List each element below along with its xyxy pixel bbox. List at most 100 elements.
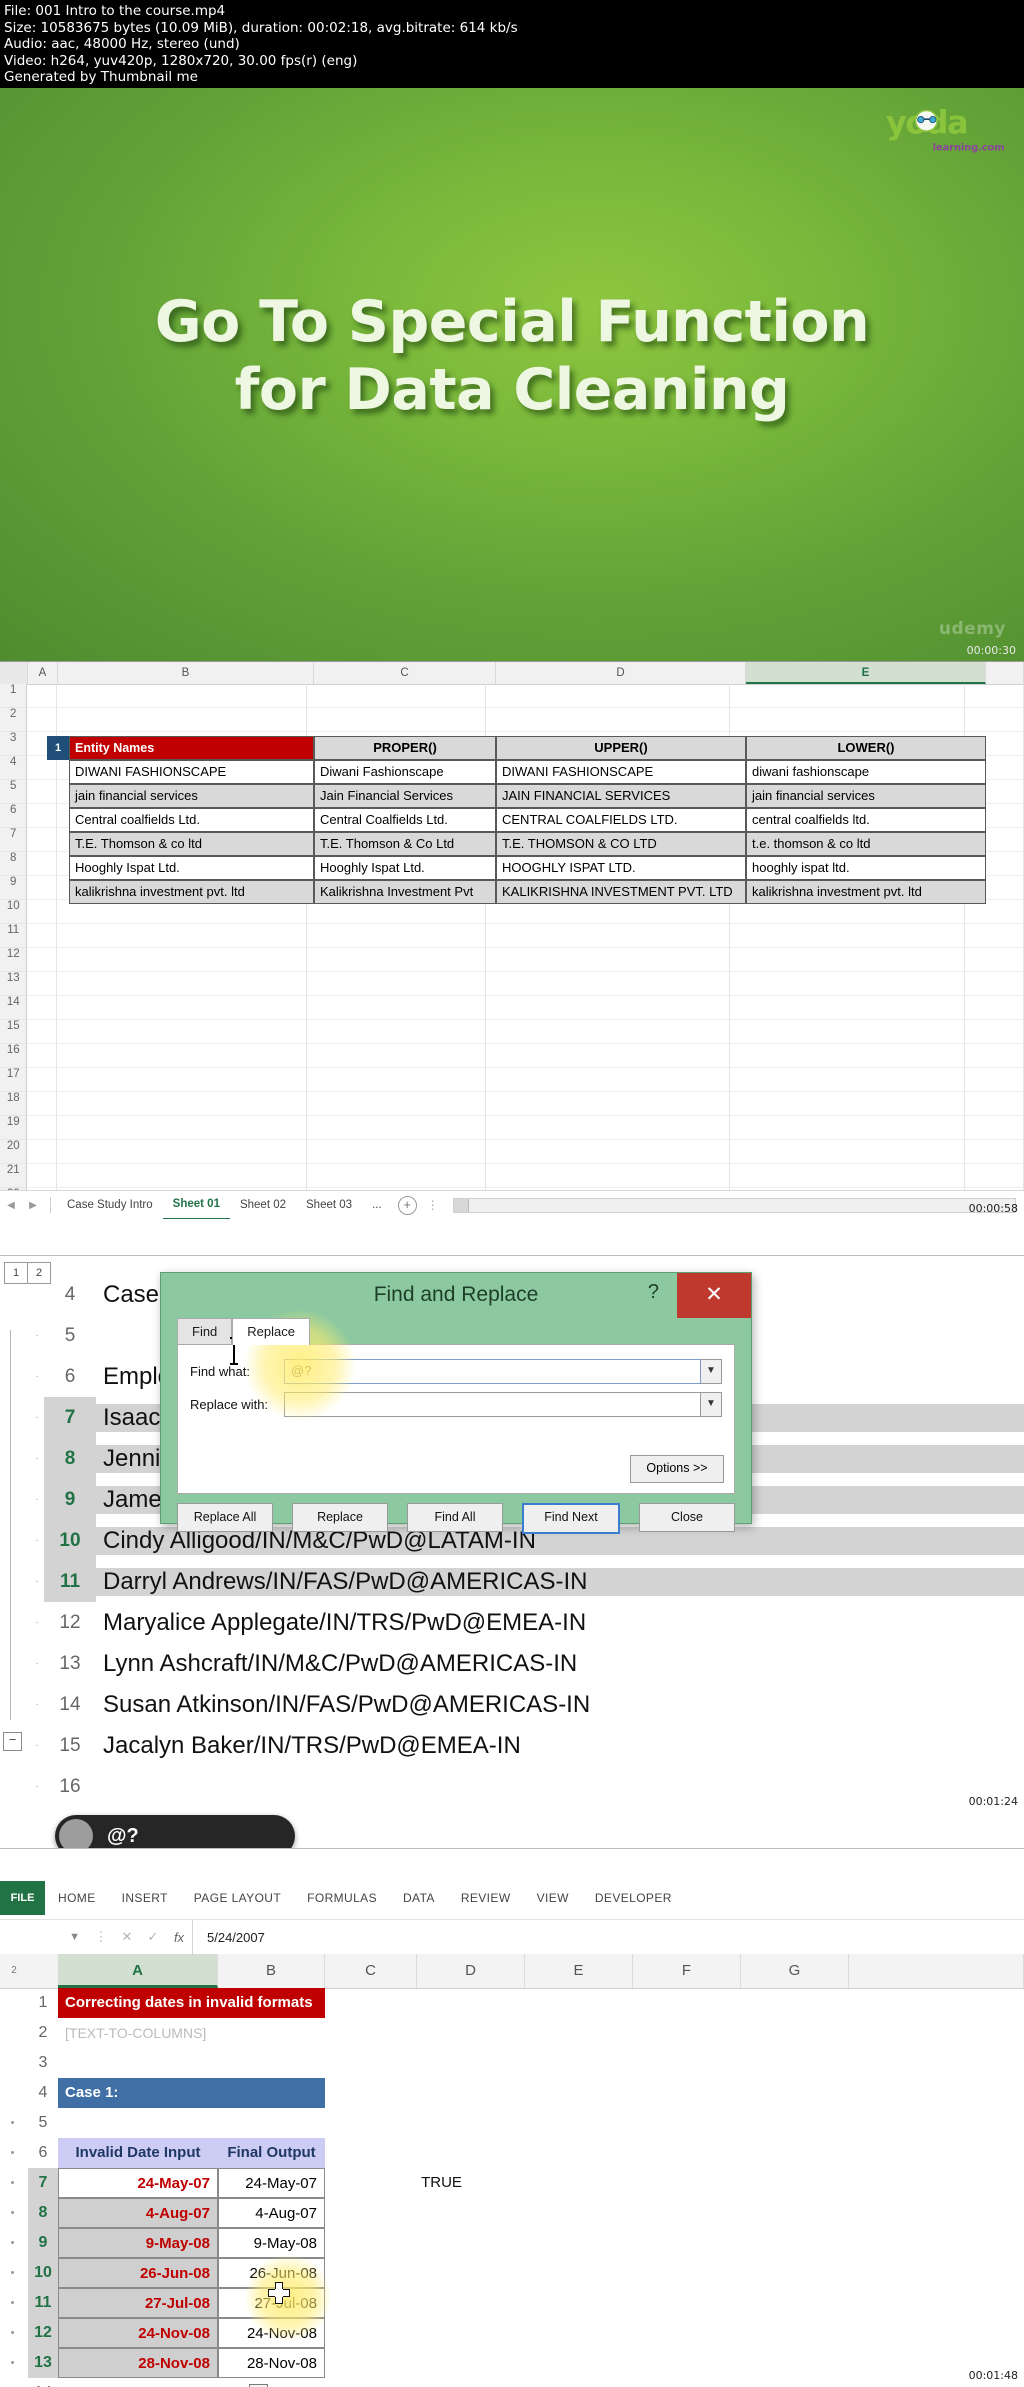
worksheet-row[interactable]: 2 [0,708,1024,732]
table-cell[interactable]: hooghly ispat ltd. [746,856,986,880]
worksheet-cell[interactable] [56,1020,308,1044]
worksheet-cell[interactable] [965,972,1024,996]
find-what-dropdown-icon[interactable]: ▼ [701,1359,722,1384]
worksheet-cell[interactable] [730,1020,966,1044]
table-row[interactable]: 8 4-Aug-07 4-Aug-07 [0,2198,1024,2228]
table-cell[interactable]: DIWANI FASHIONSCAPE [496,760,746,784]
cancel-edit-icon[interactable]: ✕ [114,1929,140,1945]
cell-column-b[interactable] [325,2018,432,2048]
formula-bar-value[interactable]: 5/24/2007 [192,1920,1024,1954]
row-header[interactable]: 17 [0,1068,28,1092]
table-row[interactable]: 10 26-Jun-08 26-Jun-08 [0,2258,1024,2288]
employee-id-cell[interactable]: Jacalyn Baker/IN/TRS/PwD@EMEA-IN [96,1732,1024,1760]
cell-column-b[interactable]: 24-May-07 [218,2168,325,2198]
row-header[interactable]: 10 [44,1520,96,1561]
worksheet-cell[interactable] [730,1164,966,1188]
worksheet-cell[interactable] [56,1092,308,1116]
worksheet-cell[interactable] [965,1020,1024,1044]
row-header[interactable]: 16 [44,1776,96,1798]
column-header-a[interactable]: A [28,662,58,684]
worksheet-cell[interactable] [965,684,1024,708]
row-header[interactable]: 4 [0,756,28,780]
worksheet-cell[interactable] [730,684,966,708]
row-header[interactable]: 9 [44,1479,96,1520]
column-header-a[interactable]: A [58,1954,218,1988]
employee-id-cell[interactable]: Susan Atkinson/IN/FAS/PwD@AMERICAS-IN [96,1691,1024,1719]
worksheet-cell[interactable] [307,1116,486,1140]
row-header[interactable]: 10 [28,2258,58,2288]
outline-level-1-button[interactable]: 1 [4,1262,28,1284]
cell-column-a[interactable] [58,2378,218,2387]
worksheet-cell[interactable] [56,1164,308,1188]
cell-column-b[interactable]: 4-Aug-07 [218,2198,325,2228]
cell-column-c[interactable] [325,2138,417,2168]
worksheet-cell[interactable] [307,1164,486,1188]
worksheet-cell[interactable] [27,708,57,732]
worksheet-cell[interactable] [56,996,308,1020]
accept-edit-icon[interactable]: ✓ [140,1929,166,1945]
row-header[interactable]: 14 [44,1694,96,1716]
row-header[interactable]: 13 [28,2348,58,2378]
worksheet-cell[interactable] [27,1140,57,1164]
table-cell[interactable]: Central coalfields Ltd. [69,808,314,832]
cell-column-b[interactable] [218,2048,325,2078]
worksheet-cell[interactable] [307,1092,486,1116]
worksheet-cell[interactable] [485,684,731,708]
worksheet-cell[interactable] [307,684,486,708]
worksheet-cell[interactable] [307,924,486,948]
worksheet-cell[interactable] [965,1140,1024,1164]
worksheet-cell[interactable] [27,1164,57,1188]
row-header[interactable]: 5 [0,780,28,804]
insert-function-icon[interactable]: fx [166,1930,192,1945]
ribbon-tab-data[interactable]: DATA [390,1891,448,1905]
worksheet-cell[interactable] [307,1044,486,1068]
table-row[interactable]: jain financial services Jain Financial Se… [47,784,1010,808]
options-button[interactable]: Options >> [630,1455,724,1483]
worksheet-cell[interactable] [965,1164,1024,1188]
row-header[interactable]: 13 [0,972,28,996]
row-header[interactable]: 8 [44,1438,96,1479]
ribbon-tab-home[interactable]: HOME [45,1891,109,1905]
worksheet-cell[interactable] [965,708,1024,732]
row-header[interactable]: 7 [0,828,28,852]
worksheet-row[interactable]: 19 [0,1116,1024,1140]
close-icon[interactable]: ✕ [677,1273,751,1318]
column-header-c[interactable]: C [314,662,496,684]
worksheet-cell[interactable] [27,996,57,1020]
row-header[interactable]: 3 [28,2048,58,2078]
table-header-cell[interactable]: PROPER() [314,736,496,760]
replace-with-input[interactable] [284,1392,701,1417]
ribbon-tab-review[interactable]: REVIEW [448,1891,524,1905]
row-header[interactable]: 7 [44,1397,96,1438]
worksheet-cell[interactable] [27,1044,57,1068]
sheet-tabs-overflow[interactable]: ... [362,1192,392,1219]
worksheet-row[interactable]: 21 [0,1164,1024,1188]
table-cell[interactable]: Hooghly Ispat Ltd. [69,856,314,880]
worksheet-cell[interactable] [730,972,966,996]
table-row[interactable]: 5 [0,2108,1024,2138]
row-header[interactable]: 1 [28,1988,58,2018]
worksheet-cell[interactable] [27,684,57,708]
worksheet-row[interactable]: 12 [0,948,1024,972]
cell-column-a[interactable]: 24-Nov-08 [58,2318,218,2348]
worksheet-cell[interactable] [56,1116,308,1140]
table-cell[interactable]: jain financial services [746,784,986,808]
worksheet-row[interactable]: 17 [0,1068,1024,1092]
row-header[interactable]: 9 [28,2228,58,2258]
employee-id-cell[interactable]: Darryl Andrews/IN/FAS/PwD@AMERICAS-IN [96,1567,1024,1596]
name-box-dropdown-icon[interactable]: ▼ [0,1931,88,1943]
ribbon-tab-file[interactable]: FILE [0,1881,45,1915]
worksheet-cell[interactable] [485,1020,731,1044]
table-cell[interactable]: Jain Financial Services [314,784,496,808]
cell-column-c[interactable] [325,2198,417,2228]
table-row[interactable]: 9 9-May-08 9-May-08 [0,2228,1024,2258]
sheet-tab-sheet-02[interactable]: Sheet 02 [230,1192,296,1219]
worksheet-cell[interactable] [307,708,486,732]
find-next-button[interactable]: Find Next [522,1503,620,1534]
row-header[interactable]: 7 [28,2168,58,2198]
worksheet-cell[interactable] [27,972,57,996]
select-all-corner[interactable] [28,1954,58,1988]
cell-column-c[interactable] [325,2258,417,2288]
table-row[interactable]: 14 [0,2378,1024,2387]
column-header-d[interactable]: D [417,1954,525,1988]
